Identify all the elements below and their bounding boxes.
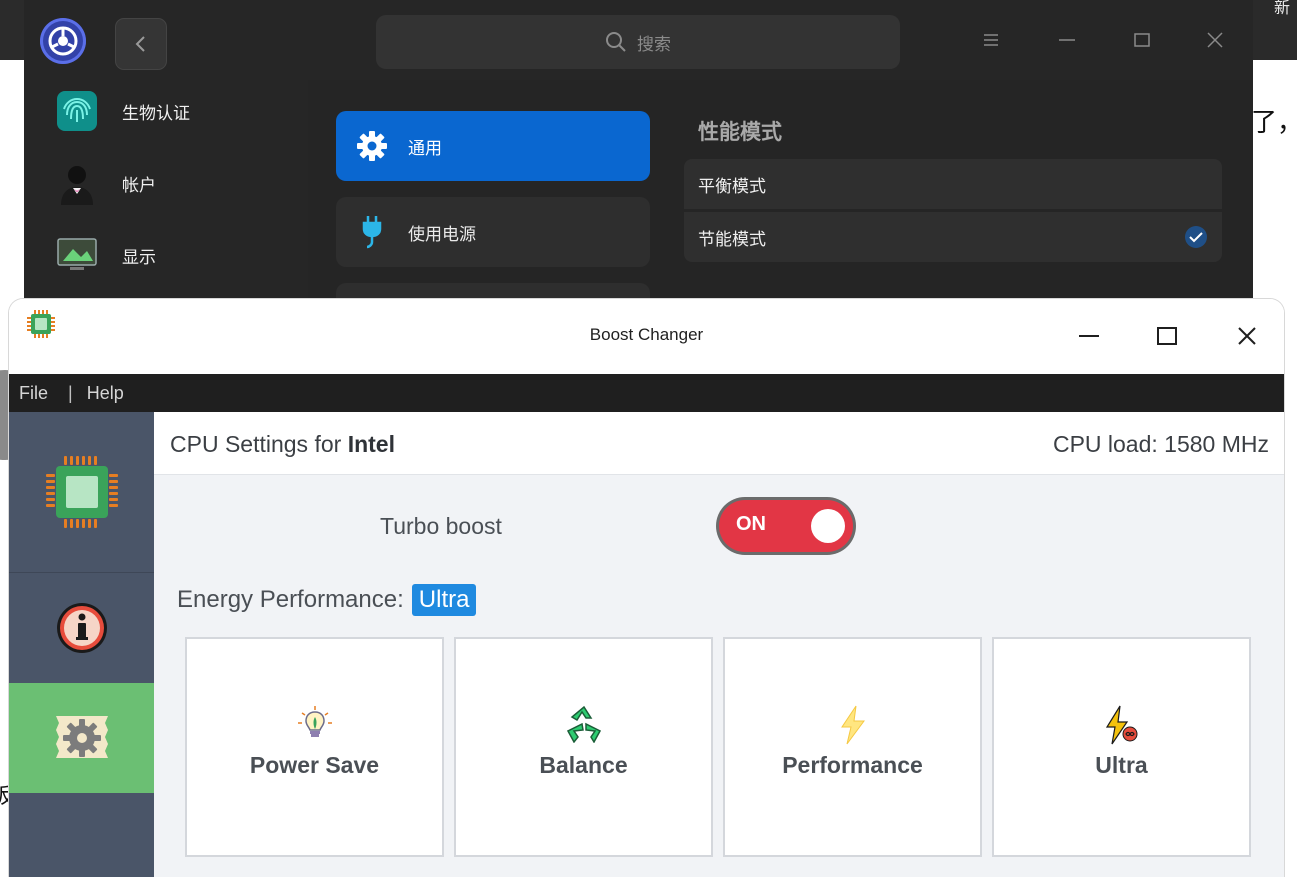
sidebar-item-display[interactable]: 显示	[54, 232, 156, 278]
cpu-settings-panel: CPU Settings for Intel CPU load: 1580 MH…	[154, 412, 1284, 877]
cpu-settings-header: CPU Settings for Intel CPU load: 1580 MH…	[154, 412, 1284, 475]
toggle-knob	[811, 509, 845, 543]
control-center-logo-icon	[40, 18, 86, 64]
menu-separator: |	[68, 382, 73, 403]
section-title: 性能模式	[698, 120, 782, 144]
lightbulb-icon	[297, 706, 332, 737]
sidebar-item-account[interactable]: 帐户	[54, 160, 156, 206]
category-power[interactable]: 使用电源	[336, 197, 650, 267]
rail-item-settings[interactable]	[9, 683, 154, 793]
background-text-fragment: 了，	[1251, 108, 1297, 138]
energy-performance-badge: Ultra	[411, 584, 477, 616]
mode-label: 平衡模式	[698, 176, 766, 197]
lightning-icon	[840, 705, 865, 745]
info-icon	[56, 602, 107, 653]
mode-cards: Power Save Balance Performance Ultra	[185, 637, 1251, 857]
turbo-boost-toggle[interactable]: ON	[719, 500, 853, 552]
category-label: 使用电源	[408, 224, 476, 245]
back-button[interactable]	[115, 18, 167, 70]
cpu-vendor: Intel	[347, 431, 395, 457]
maximize-button[interactable]	[1130, 28, 1154, 52]
cpu-settings-title: CPU Settings for Intel	[170, 431, 395, 458]
mode-card-balance[interactable]: Balance	[454, 637, 713, 857]
performance-mode-panel: 性能模式 平衡模式 节能模式	[668, 80, 1253, 300]
search-placeholder: 搜索	[637, 34, 671, 55]
boost-changer-window: Boost Changer File | Help CPU Settings f…	[9, 299, 1284, 877]
mode-label: Power Save	[249, 752, 380, 778]
category-next[interactable]	[336, 283, 650, 300]
settings-titlebar: 搜索	[24, 0, 1253, 80]
turbo-boost-label: Turbo boost	[380, 513, 502, 539]
menu-bar: File | Help	[9, 374, 1284, 412]
cpu-chip-icon	[45, 456, 118, 528]
close-icon	[1207, 32, 1223, 48]
maximize-icon	[1157, 327, 1177, 345]
sidebar-item-label: 显示	[122, 247, 156, 268]
cpu-settings-prefix: CPU Settings for	[170, 431, 348, 457]
category-general[interactable]: 通用	[336, 111, 650, 181]
navigation-rail	[9, 412, 154, 877]
mode-row-balanced[interactable]: 平衡模式	[684, 159, 1222, 209]
mode-card-power-save[interactable]: Power Save	[185, 637, 444, 857]
menu-help[interactable]: Help	[85, 383, 124, 404]
chevron-left-icon	[135, 36, 145, 52]
close-icon	[1238, 327, 1256, 345]
gear-icon	[357, 131, 387, 161]
search-icon	[606, 32, 626, 52]
menu-button[interactable]	[979, 28, 1003, 52]
close-button[interactable]	[1203, 28, 1227, 52]
background-text-fragment: 新	[1274, 0, 1291, 17]
energy-performance: Energy Performance: Ultra	[177, 584, 477, 616]
menu-file[interactable]: File	[9, 383, 48, 404]
display-monitor-icon	[54, 232, 100, 278]
maximize-button[interactable]	[1154, 323, 1180, 349]
mode-label: Ultra	[1095, 752, 1148, 778]
minimize-button[interactable]	[1055, 28, 1079, 52]
user-account-icon	[54, 160, 100, 206]
cpu-load: CPU load: 1580 MHz	[1052, 431, 1269, 457]
mode-card-performance[interactable]: Performance	[723, 637, 982, 857]
sidebar-item-label: 帐户	[122, 175, 156, 196]
settings-window: 搜索 生物认证 帐户 显示 通用 使用电源 性能模式 平衡模式 节能模式	[24, 0, 1253, 300]
recycle-icon	[566, 705, 601, 743]
checkmark-icon	[1185, 226, 1207, 248]
mode-row-powersave[interactable]: 节能模式	[684, 212, 1222, 262]
rail-item-cpu[interactable]	[9, 412, 154, 573]
settings-sidebar: 生物认证 帐户 显示	[24, 80, 308, 300]
energy-performance-label: Energy Performance:	[177, 586, 404, 613]
settings-gear-icon	[55, 716, 108, 758]
power-plug-icon	[362, 216, 382, 249]
minimize-icon	[1079, 335, 1099, 337]
rail-item-info[interactable]	[9, 572, 154, 683]
minimize-icon	[1059, 39, 1075, 41]
category-label: 通用	[408, 138, 442, 159]
mode-card-ultra[interactable]: Ultra	[992, 637, 1251, 857]
settings-categories: 通用 使用电源	[308, 80, 668, 300]
lightning-infinity-icon	[1105, 705, 1137, 745]
minimize-button[interactable]	[1076, 323, 1102, 349]
mode-label: Balance	[539, 752, 628, 778]
background-dark-band	[0, 0, 24, 60]
mode-label: 节能模式	[698, 229, 766, 250]
sidebar-item-label: 生物认证	[122, 103, 190, 124]
toggle-state-label: ON	[736, 513, 766, 535]
mode-label: Performance	[782, 752, 923, 778]
boost-changer-titlebar: Boost Changer	[9, 299, 1284, 374]
maximize-icon	[1134, 33, 1150, 47]
hamburger-menu-icon	[984, 34, 998, 46]
search-input[interactable]: 搜索	[376, 15, 900, 69]
close-button[interactable]	[1234, 323, 1260, 349]
fingerprint-icon	[54, 88, 100, 134]
sidebar-item-biometric[interactable]: 生物认证	[54, 88, 190, 134]
